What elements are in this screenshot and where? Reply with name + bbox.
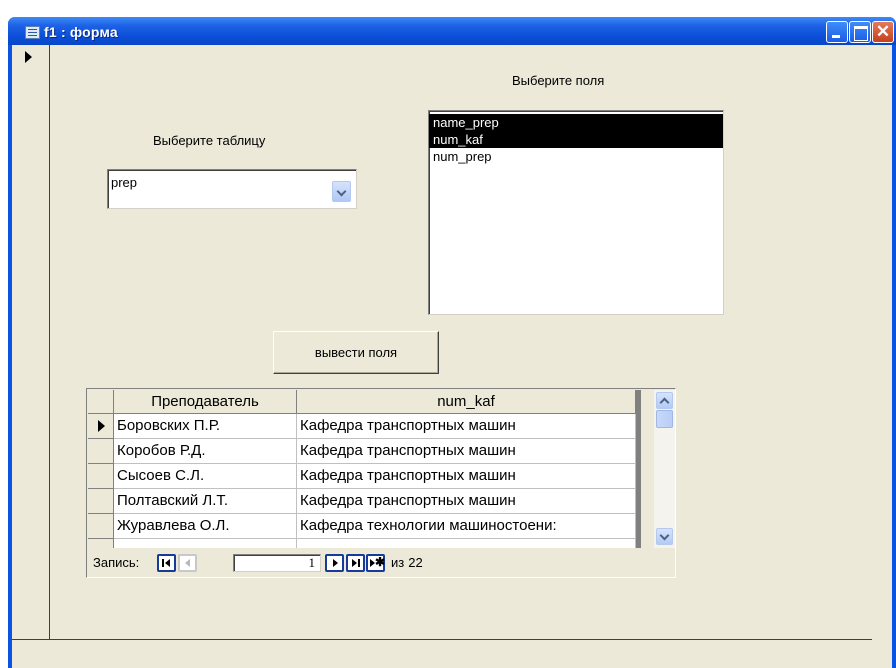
- record-selector-column: [12, 45, 50, 639]
- row-selector[interactable]: [88, 464, 114, 489]
- table-row[interactable]: Боровских П.Р. Кафедра транспортных маши…: [88, 414, 636, 439]
- record-navigation-bar: Запись: 1 ✱ из 22: [88, 550, 674, 576]
- vertical-scrollbar[interactable]: [654, 390, 675, 548]
- new-record-star: ✱: [375, 555, 386, 569]
- cell-num-kaf[interactable]: Кафедра транспортных машин: [297, 489, 636, 514]
- form-body: Выберите поля Выберите таблицу prep name…: [12, 45, 892, 668]
- fields-label: Выберите поля: [512, 73, 605, 88]
- table-combobox-value[interactable]: prep: [111, 175, 137, 190]
- cell-teacher[interactable]: [114, 539, 297, 548]
- datasheet-grid: Преподаватель num_kaf Боровских П.Р. Каф…: [88, 390, 636, 548]
- dropdown-chevron-icon[interactable]: [332, 181, 351, 202]
- fields-listbox[interactable]: name_prep num_kaf num_prep: [428, 110, 724, 315]
- current-record-arrow-icon: [98, 420, 105, 432]
- close-icon: ✕: [875, 22, 891, 41]
- list-item-num-kaf[interactable]: num_kaf: [429, 131, 723, 148]
- scroll-up-arrow-icon[interactable]: [656, 392, 673, 409]
- datasheet-subform: Преподаватель num_kaf Боровских П.Р. Каф…: [86, 388, 676, 578]
- table-row[interactable]: [88, 539, 636, 548]
- maximize-button[interactable]: [849, 21, 871, 43]
- next-record-icon[interactable]: [325, 554, 344, 572]
- title-bar[interactable]: f1 : форма ✕: [8, 17, 896, 45]
- row-selector[interactable]: [88, 514, 114, 539]
- cell-num-kaf[interactable]: Кафедра транспортных машин: [297, 414, 636, 439]
- scroll-down-arrow-icon[interactable]: [656, 528, 673, 545]
- row-selector[interactable]: [88, 439, 114, 464]
- record-selector-arrow-icon[interactable]: [25, 51, 32, 63]
- window-title: f1 : форма: [44, 24, 118, 40]
- table-row[interactable]: Журавлева О.Л. Кафедра технологии машино…: [88, 514, 636, 539]
- cell-num-kaf[interactable]: Кафедра транспортных машин: [297, 464, 636, 489]
- form-divider: [12, 639, 872, 640]
- column-header-teacher[interactable]: Преподаватель: [114, 390, 297, 414]
- close-button[interactable]: ✕: [872, 21, 894, 43]
- select-all-corner[interactable]: [88, 390, 114, 414]
- list-item-name-prep[interactable]: name_prep: [429, 114, 723, 131]
- grid-splitter[interactable]: [636, 390, 641, 548]
- record-number-input[interactable]: 1: [233, 554, 321, 572]
- previous-record-icon[interactable]: [178, 554, 197, 572]
- total-records: 22: [408, 555, 423, 570]
- record-count: из 22: [391, 555, 427, 570]
- cell-teacher[interactable]: Журавлева О.Л.: [114, 514, 297, 539]
- column-header-num-kaf[interactable]: num_kaf: [297, 390, 636, 414]
- cell-num-kaf[interactable]: [297, 539, 636, 548]
- show-fields-button[interactable]: вывести поля: [273, 331, 439, 374]
- new-record-icon[interactable]: ✱: [366, 554, 385, 572]
- list-item-num-prep[interactable]: num_prep: [429, 148, 723, 165]
- of-label: из: [391, 555, 405, 570]
- cell-teacher[interactable]: Полтавский Л.Т.: [114, 489, 297, 514]
- cell-teacher[interactable]: Коробов Р.Д.: [114, 439, 297, 464]
- table-combobox[interactable]: prep: [107, 169, 357, 209]
- table-row[interactable]: Полтавский Л.Т. Кафедра транспортных маш…: [88, 489, 636, 514]
- cell-teacher[interactable]: Сысоев С.Л.: [114, 464, 297, 489]
- cell-num-kaf[interactable]: Кафедра транспортных машин: [297, 439, 636, 464]
- scroll-thumb[interactable]: [656, 410, 673, 428]
- cell-teacher[interactable]: Боровских П.Р.: [114, 414, 297, 439]
- first-record-icon[interactable]: [157, 554, 176, 572]
- table-row[interactable]: Коробов Р.Д. Кафедра транспортных машин: [88, 439, 636, 464]
- record-label: Запись:: [93, 555, 140, 570]
- minimize-button[interactable]: [826, 21, 848, 43]
- table-row[interactable]: Сысоев С.Л. Кафедра транспортных машин: [88, 464, 636, 489]
- form-window: f1 : форма ✕ Выберите поля Выберите табл…: [8, 17, 896, 668]
- row-selector[interactable]: [88, 414, 114, 439]
- form-icon[interactable]: [25, 26, 40, 39]
- row-selector[interactable]: [88, 489, 114, 514]
- table-label: Выберите таблицу: [153, 133, 266, 148]
- row-selector[interactable]: [88, 539, 114, 548]
- cell-num-kaf[interactable]: Кафедра технологии машиностоени:: [297, 514, 636, 539]
- last-record-icon[interactable]: [346, 554, 365, 572]
